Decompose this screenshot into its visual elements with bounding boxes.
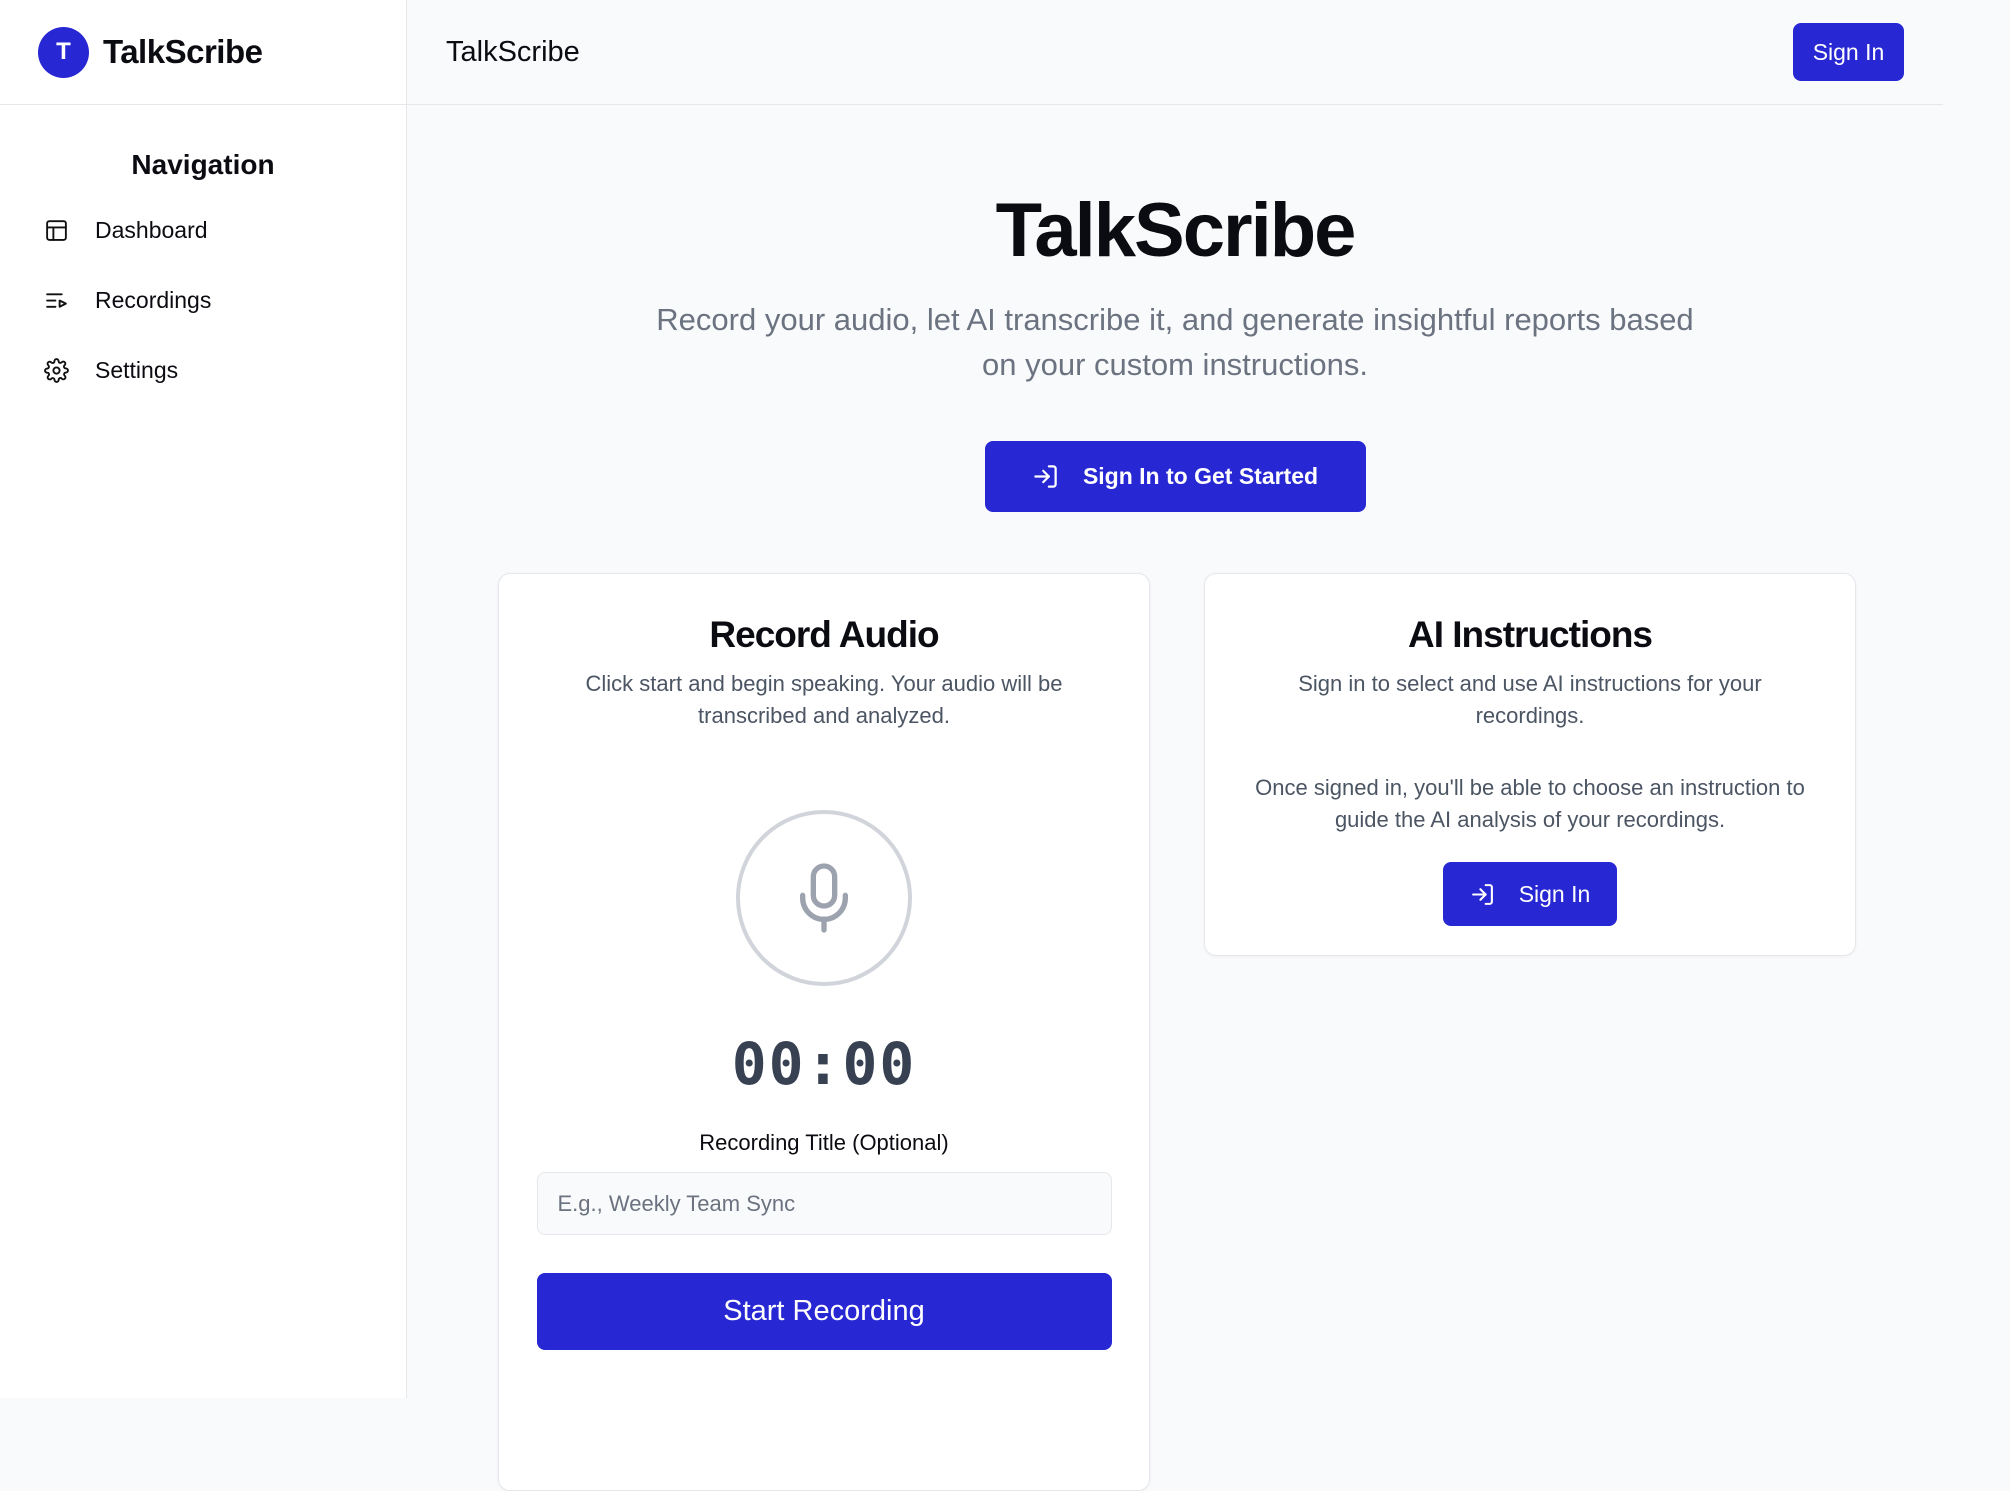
sign-in-icon <box>1471 883 1493 905</box>
brand[interactable]: T TalkScribe <box>0 0 406 105</box>
gear-icon <box>44 357 69 383</box>
top-header: TalkScribe Sign In <box>407 0 1943 105</box>
main-content: TalkScribe Record your audio, let AI tra… <box>407 105 1943 1491</box>
record-card-title: Record Audio <box>709 614 939 655</box>
ai-card-title: AI Instructions <box>1407 614 1653 655</box>
record-audio-card: Record Audio Click start and begin speak… <box>498 573 1150 1491</box>
sidebar-item-settings[interactable]: Settings <box>0 335 406 405</box>
sidebar-item-recordings[interactable]: Recordings <box>0 265 406 335</box>
nav-title: Navigation <box>131 149 275 180</box>
sidebar-item-label: Recordings <box>95 286 212 313</box>
layout-icon <box>46 219 67 241</box>
hero-subtitle: Record your audio, let AI transcribe it,… <box>656 302 1694 382</box>
recording-title-label: Recording Title (Optional) <box>699 1130 949 1155</box>
sidebar: T TalkScribe Navigation Dashboard Record… <box>0 0 407 1398</box>
brand-name: TalkScribe <box>103 33 263 70</box>
get-started-button[interactable]: Sign In to Get Started <box>984 441 1366 512</box>
header-title: TalkScribe <box>446 35 580 68</box>
brand-logo: T <box>38 26 89 78</box>
header-sign-in-button[interactable]: Sign In <box>1793 23 1904 81</box>
ai-sign-in-button[interactable]: Sign In <box>1443 862 1617 926</box>
sign-in-icon <box>1034 465 1057 488</box>
ai-card-note: Once signed in, you'll be able to choose… <box>1255 775 1805 832</box>
sidebar-item-dashboard[interactable]: Dashboard <box>0 195 406 265</box>
ai-sign-in-label: Sign In <box>1518 880 1591 907</box>
sidebar-item-label: Settings <box>95 356 179 383</box>
ai-instructions-card: AI Instructions Sign in to select and us… <box>1204 573 1856 956</box>
mic-button[interactable] <box>736 810 912 986</box>
sidebar-item-label: Dashboard <box>95 216 208 243</box>
ai-card-description: Sign in to select and use AI instruction… <box>1298 671 1762 728</box>
recording-timer: 00:00 <box>731 1030 917 1098</box>
hero-title: TalkScribe <box>995 188 1357 273</box>
microphone-icon <box>800 863 848 933</box>
start-recording-button[interactable]: Start Recording <box>536 1273 1112 1350</box>
list-play-icon <box>46 292 67 308</box>
get-started-label: Sign In to Get Started <box>1082 463 1319 489</box>
recording-title-input[interactable] <box>536 1172 1112 1235</box>
record-card-description: Click start and begin speaking. Your aud… <box>585 671 1063 728</box>
